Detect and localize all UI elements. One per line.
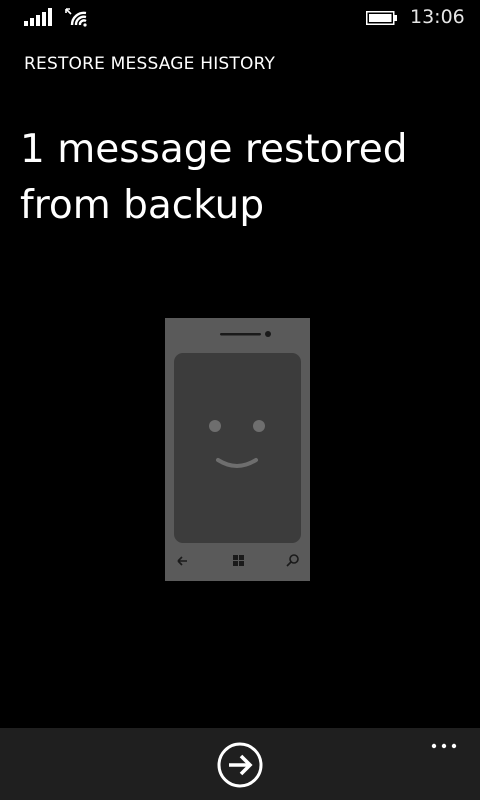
smiling-phone-illustration bbox=[165, 318, 310, 581]
signal-strength-icon bbox=[24, 8, 52, 26]
more-options-button[interactable] bbox=[424, 734, 464, 758]
app-bar bbox=[0, 728, 480, 800]
battery-icon bbox=[366, 11, 397, 25]
wifi-icon bbox=[65, 8, 87, 27]
screen: 13:06 RESTORE MESSAGE HISTORY 1 message … bbox=[0, 0, 480, 800]
ellipsis-icon bbox=[431, 743, 457, 749]
arrow-right-circle-icon bbox=[217, 742, 263, 788]
page-title: RESTORE MESSAGE HISTORY bbox=[24, 54, 276, 74]
status-bar: 13:06 bbox=[0, 0, 480, 34]
clock: 13:06 bbox=[410, 6, 465, 28]
restore-status-headline: 1 message restored from backup bbox=[20, 127, 408, 228]
next-button[interactable] bbox=[216, 741, 264, 789]
